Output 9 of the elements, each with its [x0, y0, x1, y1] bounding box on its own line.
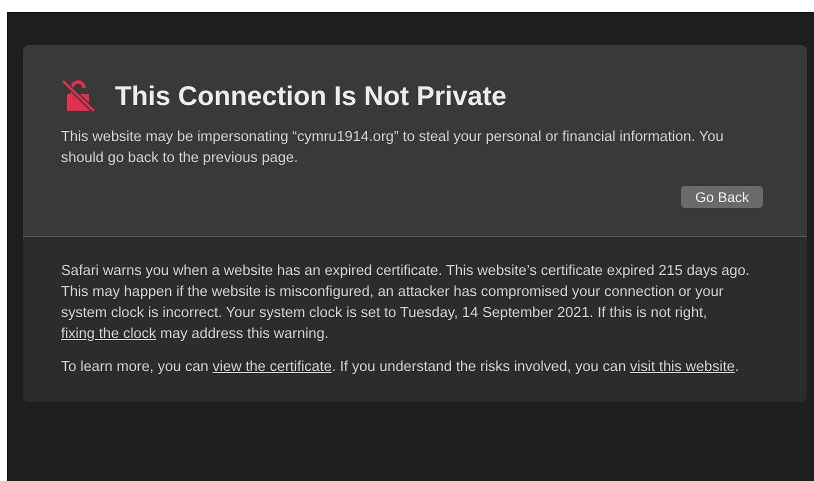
text-link[interactable]: view the certificate — [212, 359, 332, 375]
details-paragraph: Safari warns you when a website has an expired certificate. This website’s certificate expired 215 days ago. This may happen if the website is misconfigured, an attacker has compromised your connection or your system clock is incorrect. Your system clock is set to Tuesday, 14 September 2021. If this is not right, fixing the clock may address this warning. — [61, 262, 751, 344]
text-link[interactable]: fixing the clock — [61, 326, 156, 342]
warning-message: This website may be impersonating “cymru1914.org” to steal your personal or financial information. You should go back to the previous page. — [61, 128, 725, 168]
page-title: This Connection Is Not Private — [115, 80, 507, 112]
broken-lock-icon — [61, 79, 97, 113]
text-link[interactable]: visit this website — [630, 359, 735, 375]
go-back-button[interactable]: Go Back — [681, 186, 763, 208]
details-paragraph: To learn more, you can view the certificate. If you understand the risks involved, you can visit this website. — [61, 358, 740, 377]
